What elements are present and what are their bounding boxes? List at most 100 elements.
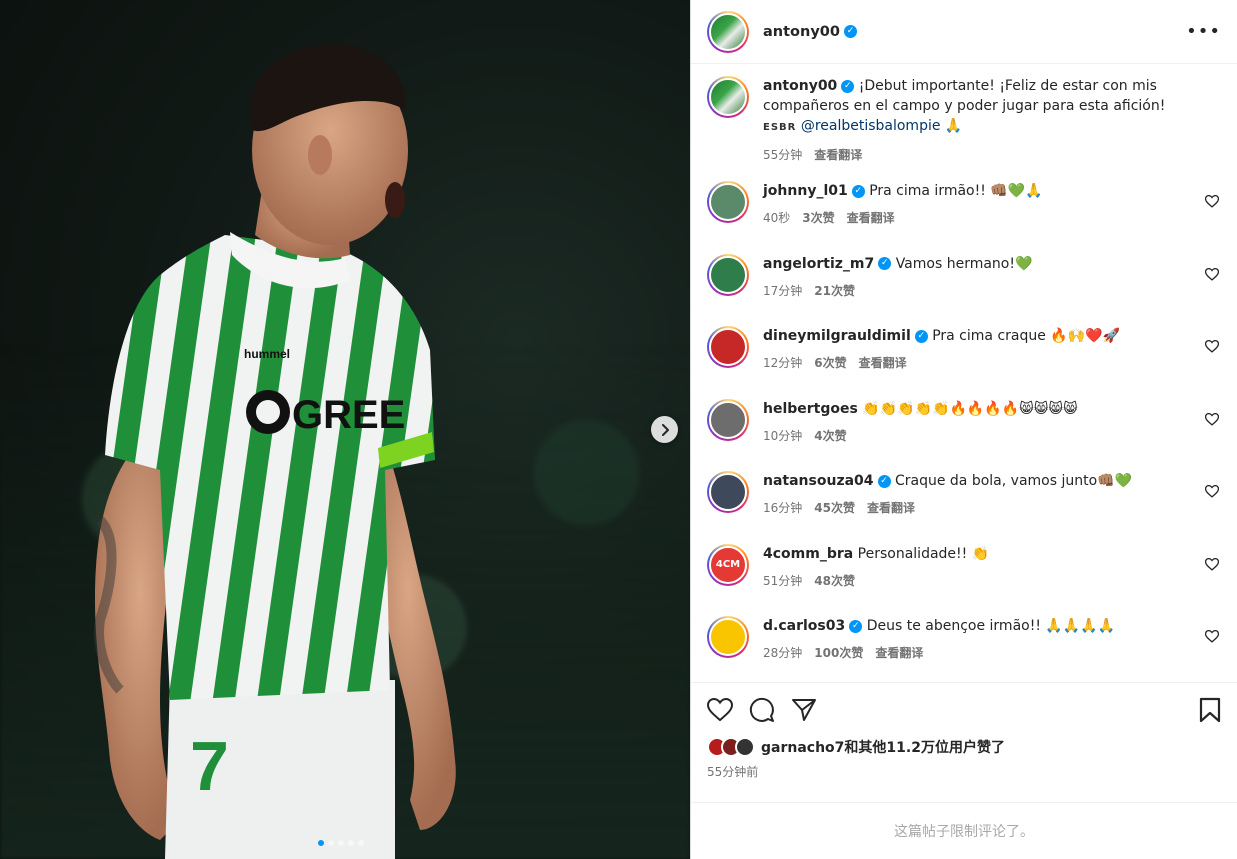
comment-username[interactable]: angelortiz_m7 — [763, 256, 874, 272]
translate-button[interactable]: 查看翻译 — [814, 146, 862, 163]
verified-icon: ✓ — [849, 619, 863, 633]
post-header: antony00 ✓ ••• — [691, 0, 1237, 64]
comment-item: angelortiz_m7 ✓ Vamos hermano!💚 17分钟 21次赞 — [707, 253, 1221, 327]
commenter-avatar[interactable]: 4CM — [707, 543, 749, 586]
more-options-icon[interactable]: ••• — [1186, 21, 1221, 42]
post-media[interactable]: 7 GREE hummel — [0, 0, 690, 859]
comment-item: 4CM 4comm_bra Personalidade!! 👏 51分钟 48次赞 — [707, 543, 1221, 617]
commenter-avatar[interactable] — [707, 253, 749, 296]
comment-time[interactable]: 28分钟 — [763, 644, 802, 661]
chevron-right-icon — [661, 423, 669, 436]
translate-button[interactable]: 查看翻译 — [867, 499, 915, 516]
player-photo: 7 GREE hummel — [94, 44, 456, 859]
commenter-avatar[interactable] — [707, 471, 749, 513]
kit-brand: hummel — [244, 347, 290, 361]
verified-icon: ✓ — [914, 329, 928, 343]
comments-list[interactable]: antony00 ✓ ¡Debut importante! ¡Feliz de e… — [691, 64, 1237, 682]
comment-username[interactable]: helbertgoes — [763, 401, 858, 417]
comment-text: 👏👏👏👏👏🔥🔥🔥🔥😸😸😸😸 — [862, 400, 1078, 417]
comment-likes-count[interactable]: 100次赞 — [814, 644, 863, 661]
caption-emoji: 🙏 — [944, 118, 963, 134]
comment-item: natansouza04 ✓ Craque da bola, vamos junt… — [707, 471, 1221, 544]
likes-count-text[interactable]: 和其他11.2万位用户赞了 — [844, 740, 1005, 756]
next-slide-button[interactable] — [651, 416, 678, 443]
comment-thread: johnny_l01 ✓ Pra cima irmão!! 👊🏽💚🙏 40秒 3次赞查… — [707, 181, 1221, 682]
share-icon[interactable] — [791, 698, 817, 722]
carousel-dot — [338, 840, 344, 846]
comment-text: Vamos hermano!💚 — [895, 255, 1033, 272]
comment-likes-count[interactable]: 45次赞 — [814, 499, 855, 516]
comment-username[interactable]: 4comm_bra — [763, 546, 853, 562]
verified-icon: ✓ — [878, 257, 892, 270]
comment-text: Pra cima irmão!! 👊🏽💚🙏 — [869, 183, 1043, 199]
comment-text: Pra cima craque 🔥🙌❤️🚀 — [932, 328, 1121, 344]
comment-username[interactable]: natansouza04 — [763, 473, 874, 489]
author-username[interactable]: antony00 ✓ — [763, 24, 857, 40]
likes-first-user[interactable]: garnacho7 — [761, 740, 844, 756]
jersey-sponsor: GREE — [292, 393, 405, 437]
translate-button[interactable]: 查看翻译 — [847, 209, 895, 226]
commenter-avatar[interactable] — [707, 616, 749, 658]
comment-like-icon[interactable] — [1205, 630, 1219, 643]
translate-button[interactable]: 查看翻译 — [859, 354, 907, 371]
instagram-post: 7 GREE hummel antony00 ✓ ••• antony00 ✓ … — [0, 0, 1237, 859]
heart-icon[interactable] — [707, 698, 733, 722]
author-avatar[interactable] — [707, 76, 749, 118]
comment-likes-count[interactable]: 3次赞 — [802, 209, 834, 226]
comment-username[interactable]: johnny_l01 — [763, 183, 848, 199]
bookmark-icon[interactable] — [1199, 697, 1221, 723]
comment-likes-count[interactable]: 21次赞 — [814, 282, 855, 299]
likes-summary[interactable]: garnacho7和其他11.2万位用户赞了 — [707, 737, 1221, 757]
comment-like-icon[interactable] — [1205, 412, 1219, 426]
commenter-avatar[interactable] — [707, 398, 749, 441]
verified-icon: ✓ — [841, 79, 855, 93]
comment-like-icon[interactable] — [1205, 340, 1219, 353]
comment-time[interactable]: 12分钟 — [763, 354, 802, 371]
commenter-avatar[interactable] — [707, 181, 749, 223]
comment-item: d.carlos03 ✓ Deus te abençoe irmão!! 🙏🙏🙏🙏… — [707, 616, 1221, 682]
comment-like-icon[interactable] — [1205, 195, 1219, 208]
carousel-dot — [318, 840, 324, 846]
comment-like-icon[interactable] — [1205, 485, 1219, 498]
comment-username[interactable]: d.carlos03 — [763, 618, 845, 634]
post-time: 55分钟前 — [707, 765, 759, 779]
liker-avatars — [707, 737, 755, 757]
comment-likes-count[interactable]: 4次赞 — [814, 427, 846, 444]
carousel-dot — [348, 840, 354, 846]
comment-item: helbertgoes 👏👏👏👏👏🔥🔥🔥🔥😸😸😸😸 10分钟 4次赞 — [707, 398, 1221, 472]
comment-time[interactable]: 10分钟 — [763, 427, 802, 444]
post-caption: antony00 ✓ ¡Debut importante! ¡Feliz de e… — [707, 76, 1221, 163]
comment-username[interactable]: dineymilgrauldimil — [763, 328, 911, 344]
comment-text: Personalidade!! 👏 — [857, 545, 990, 562]
carousel-indicator — [318, 840, 364, 846]
comment-time[interactable]: 16分钟 — [763, 499, 802, 516]
comment-likes-count[interactable]: 6次赞 — [814, 354, 846, 371]
shorts-number: 7 — [190, 727, 229, 805]
comment-like-icon[interactable] — [1205, 267, 1219, 281]
comment-time[interactable]: 51分钟 — [763, 572, 802, 589]
commenter-avatar[interactable] — [707, 326, 749, 368]
verified-icon: ✓ — [843, 25, 857, 38]
comment-item: dineymilgrauldimil ✓ Pra cima craque 🔥🙌❤️… — [707, 326, 1221, 399]
verified-icon: ✓ — [851, 184, 865, 198]
post-actions: garnacho7和其他11.2万位用户赞了 55分钟前 — [691, 682, 1237, 802]
translate-button[interactable]: 查看翻译 — [875, 644, 923, 661]
caption-mention[interactable]: @realbetisbalompie — [801, 118, 941, 134]
caption-time[interactable]: 55分钟 — [763, 146, 802, 163]
caption-tag: ESBR — [763, 122, 797, 133]
caption-username[interactable]: antony00 — [763, 78, 837, 94]
carousel-dot — [328, 840, 334, 846]
comment-time[interactable]: 17分钟 — [763, 282, 802, 299]
comments-restricted-notice: 这篇帖子限制评论了。 — [691, 802, 1237, 859]
comment-like-icon[interactable] — [1205, 557, 1219, 571]
verified-icon: ✓ — [877, 474, 891, 488]
commenter-avatar-label: 4CM — [709, 545, 747, 584]
comment-likes-count[interactable]: 48次赞 — [814, 572, 855, 589]
comment-time[interactable]: 40秒 — [763, 209, 790, 226]
comment-item: johnny_l01 ✓ Pra cima irmão!! 👊🏽💚🙏 40秒 3次赞查… — [707, 181, 1221, 254]
comment-text: Deus te abençoe irmão!! 🙏🙏🙏🙏 — [866, 618, 1116, 634]
carousel-dot — [358, 840, 364, 846]
author-avatar[interactable] — [707, 10, 749, 53]
post-side-panel: antony00 ✓ ••• antony00 ✓ ¡Debut important… — [690, 0, 1237, 859]
comment-icon[interactable] — [749, 697, 775, 723]
